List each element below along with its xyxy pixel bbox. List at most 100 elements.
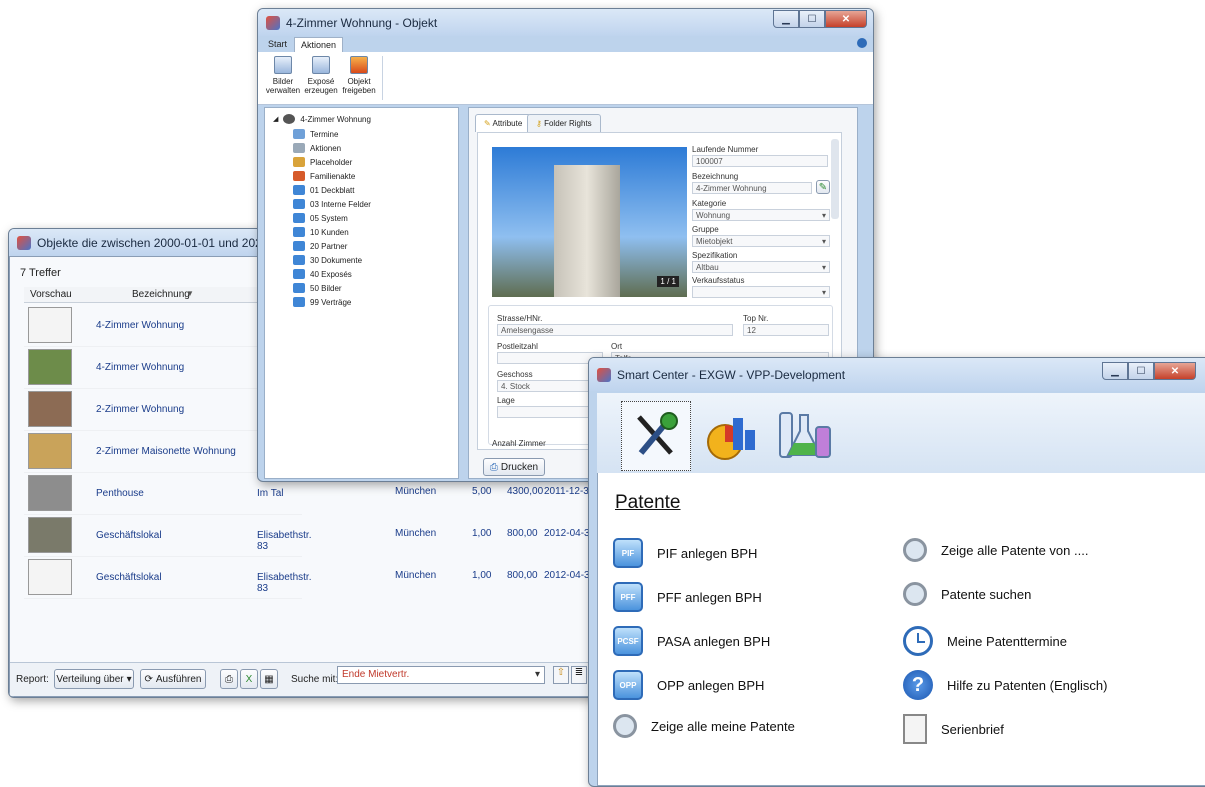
ort-label: Ort bbox=[611, 342, 623, 351]
minimize-button[interactable]: ▁ bbox=[1102, 362, 1128, 380]
building-image bbox=[554, 165, 620, 297]
excel-icon[interactable]: X bbox=[240, 669, 258, 689]
tree-item[interactable]: Familienakte bbox=[293, 171, 355, 181]
object-window-titlebar[interactable]: 4-Zimmer Wohnung - Objekt ▁ ☐ ✕ bbox=[258, 9, 873, 36]
sort-list-icon[interactable]: ≣ bbox=[571, 666, 587, 684]
tree-item[interactable]: 99 Verträge bbox=[293, 297, 351, 307]
patent-action[interactable]: PIF PIF anlegen BPH bbox=[613, 538, 757, 568]
tab-attribute-label: Attribute bbox=[492, 119, 523, 128]
lfd-field[interactable]: 100007 bbox=[692, 155, 828, 167]
close-button[interactable]: ✕ bbox=[825, 10, 867, 28]
lage-label: Lage bbox=[497, 396, 515, 405]
report-select[interactable]: Verteilung über ▾ bbox=[54, 669, 134, 689]
top-field[interactable]: 12 bbox=[743, 324, 829, 336]
manage-images-button[interactable]: Bilder verwalten bbox=[264, 56, 302, 95]
str-label: Strasse/HNr. bbox=[497, 314, 543, 323]
patent-action[interactable]: Serienbrief bbox=[903, 714, 1004, 744]
tab-attribute[interactable]: ✎ Attribute bbox=[475, 114, 532, 132]
patent-action[interactable]: Zeige alle Patente von .... bbox=[903, 538, 1088, 562]
patent-action[interactable]: OPP OPP anlegen BPH bbox=[613, 670, 764, 700]
release-object-button[interactable]: Objekt freigeben bbox=[340, 56, 378, 95]
print-button[interactable]: ⎙ Drucken bbox=[483, 458, 545, 476]
grp-select[interactable]: Mietobjekt ▾ bbox=[692, 235, 830, 247]
tree-item[interactable]: 20 Partner bbox=[293, 241, 347, 251]
tree-item[interactable]: 01 Deckblatt bbox=[293, 185, 354, 195]
row-price: 800,00 bbox=[507, 570, 538, 581]
bez-field[interactable]: 4-Zimmer Wohnung bbox=[692, 182, 812, 194]
app-icon bbox=[597, 367, 611, 382]
patent-action[interactable]: PFF PFF anlegen BPH bbox=[613, 582, 762, 612]
row-price: 800,00 bbox=[507, 528, 538, 539]
patent-action-label: PFF anlegen BPH bbox=[657, 589, 762, 605]
maximize-button[interactable]: ☐ bbox=[799, 10, 825, 28]
print-icon[interactable]: ⎙ bbox=[220, 669, 238, 689]
tree-item[interactable]: Termine bbox=[293, 129, 338, 139]
tab-aktionen[interactable]: Aktionen bbox=[294, 37, 344, 52]
tab-patents[interactable] bbox=[621, 401, 691, 471]
item-icon bbox=[293, 171, 305, 181]
tree-item[interactable]: 03 Interne Felder bbox=[293, 199, 371, 209]
tree-item[interactable]: Placeholder bbox=[293, 157, 352, 167]
tab-folder-rights[interactable]: ⚷ Folder Rights bbox=[527, 114, 601, 132]
smart-center-window: Smart Center - EXGW - VPP-Development ▁ … bbox=[588, 357, 1205, 787]
tree-item-label: 20 Partner bbox=[310, 241, 348, 251]
patent-action[interactable]: Meine Patenttermine bbox=[903, 626, 1067, 656]
tree-item[interactable]: 10 Kunden bbox=[293, 227, 349, 237]
tree-item[interactable]: 30 Dokumente bbox=[293, 255, 362, 265]
sort-up-icon[interactable]: ⇧ bbox=[553, 666, 569, 684]
kat-label: Kategorie bbox=[692, 199, 727, 208]
smart-center-titlebar[interactable]: Smart Center - EXGW - VPP-Development ▁ … bbox=[589, 358, 1205, 391]
top-label: Top Nr. bbox=[743, 314, 769, 323]
vk-select[interactable]: ▾ bbox=[692, 286, 830, 298]
patent-action[interactable]: Zeige alle meine Patente bbox=[613, 714, 795, 738]
item-icon bbox=[293, 143, 305, 153]
dropdown-arrow-icon[interactable]: ▾ bbox=[535, 669, 540, 681]
tab-charts[interactable] bbox=[697, 401, 767, 471]
patent-action[interactable]: Patente suchen bbox=[903, 582, 1031, 606]
folder-icon bbox=[293, 255, 305, 265]
col-name-header[interactable]: Bezeichnung bbox=[132, 289, 190, 300]
ribbon-divider bbox=[382, 56, 383, 100]
tree-item[interactable]: 05 System bbox=[293, 213, 348, 223]
grid-icon[interactable]: ▦ bbox=[260, 669, 278, 689]
kat-select[interactable]: Wohnung ▾ bbox=[692, 209, 830, 221]
row-thumbnail bbox=[28, 349, 72, 385]
maximize-button[interactable]: ☐ bbox=[1128, 362, 1154, 380]
row-rooms: 1,00 bbox=[472, 570, 492, 581]
section-title: Patente bbox=[615, 492, 681, 513]
tab-start[interactable]: Start bbox=[262, 37, 293, 51]
spez-select[interactable]: Altbau ▾ bbox=[692, 261, 830, 273]
patent-action[interactable]: ? Hilfe zu Patenten (Englisch) bbox=[903, 670, 1107, 700]
chevron-down-icon: ▾ bbox=[126, 673, 132, 685]
scrollbar[interactable] bbox=[831, 139, 839, 219]
row-price: 4300,00 bbox=[507, 486, 544, 497]
run-report-button[interactable]: ⟳ Ausführen bbox=[140, 669, 206, 689]
edit-icon[interactable]: ✎ bbox=[816, 180, 830, 194]
zimmer-label: Anzahl Zimmer bbox=[492, 439, 546, 448]
tree-item[interactable]: 40 Exposés bbox=[293, 269, 352, 279]
tree-item[interactable]: Aktionen bbox=[293, 143, 341, 153]
str-field[interactable]: Amelsengasse bbox=[497, 324, 733, 336]
tree-root[interactable]: ◢ 4-Zimmer Wohnung bbox=[273, 114, 371, 124]
tab-lab[interactable] bbox=[769, 401, 839, 471]
tree-expand-icon[interactable]: ◢ bbox=[273, 115, 278, 123]
minimize-button[interactable]: ▁ bbox=[773, 10, 799, 28]
table-row[interactable]: Geschäftslokal Elisabethstr. 83 bbox=[24, 515, 311, 557]
folder-icon: PFF bbox=[613, 582, 643, 612]
spez-label: Spezifikation bbox=[692, 251, 738, 260]
tree-item[interactable]: 50 Bilder bbox=[293, 283, 342, 293]
module-tabs bbox=[597, 393, 1205, 473]
table-row[interactable]: Geschäftslokal Elisabethstr. 83 bbox=[24, 557, 311, 599]
vk-label: Verkaufsstatus bbox=[692, 276, 745, 285]
tree-item-label: 03 Interne Felder bbox=[310, 199, 371, 209]
print-label: Drucken bbox=[500, 461, 539, 473]
chevron-down-icon: ▾ bbox=[821, 288, 826, 297]
clock-icon bbox=[903, 626, 933, 656]
chevron-down-icon: ▾ bbox=[821, 211, 826, 220]
create-expose-button[interactable]: Exposé erzeugen bbox=[302, 56, 340, 95]
patent-action[interactable]: PCSF PASA anlegen BPH bbox=[613, 626, 770, 656]
help-icon[interactable] bbox=[857, 38, 867, 48]
search-field[interactable]: Ende Mietvertr. ▾ bbox=[337, 666, 545, 684]
col-preview-header[interactable]: Vorschau bbox=[30, 289, 72, 300]
close-button[interactable]: ✕ bbox=[1154, 362, 1196, 380]
